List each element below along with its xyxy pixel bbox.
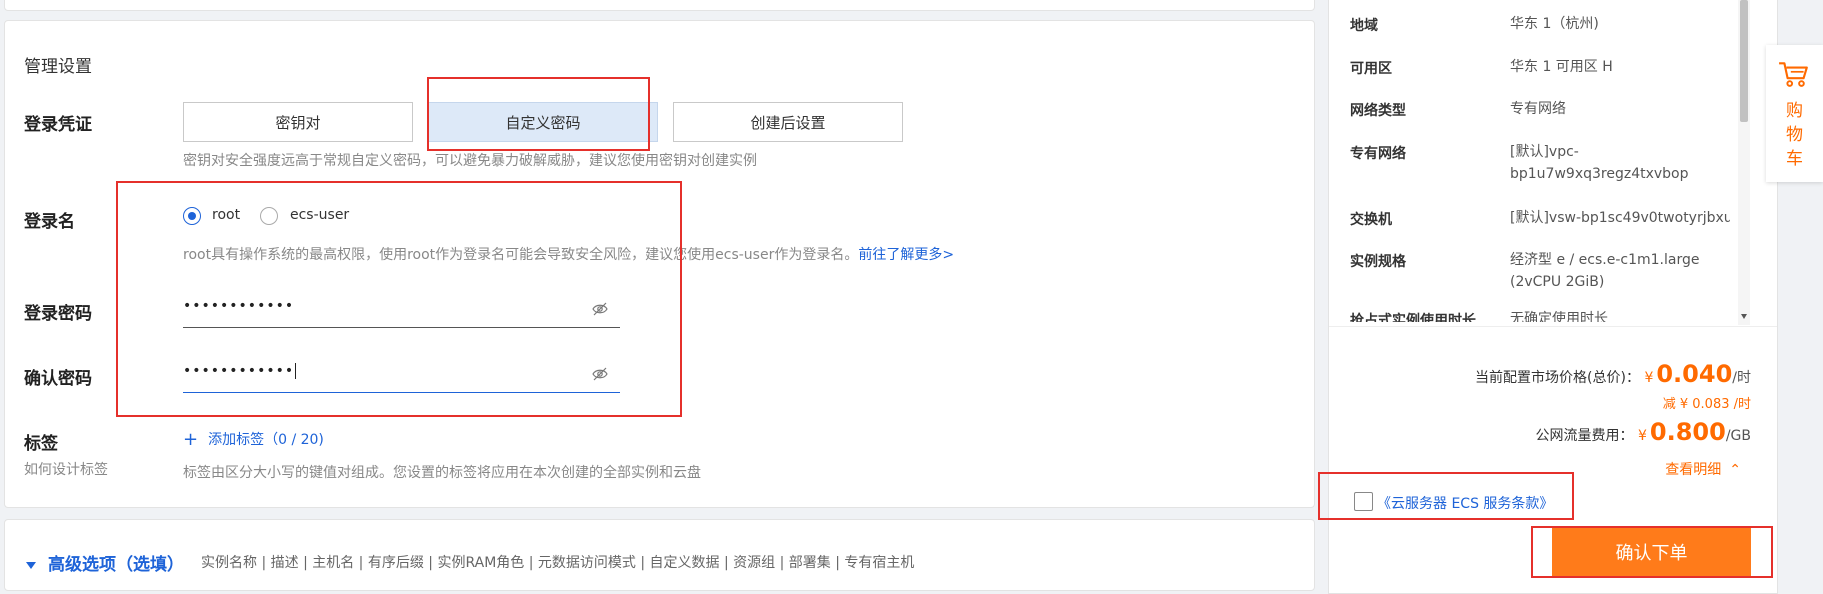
view-details-label: 查看明细: [1665, 462, 1722, 478]
tags-hint: 标签由区分大小写的键值对组成。您设置的标签将应用在本次创建的全部实例和云盘: [183, 465, 701, 481]
confirm-password-label: 确认密码: [24, 369, 92, 389]
traffic-price-value: 0.800: [1649, 418, 1726, 446]
text-cursor: [295, 363, 297, 379]
summary-key-region: 地域: [1350, 18, 1378, 34]
traffic-price-row: 公网流量费用： ¥0.800/GB: [1536, 418, 1751, 446]
cart-char-1: 购: [1786, 101, 1803, 121]
terms-link[interactable]: 《云服务器 ECS 服务条款》: [1377, 493, 1553, 513]
confirm-password-value: ••••••••••••: [183, 363, 297, 379]
password-value: ••••••••••••: [183, 298, 295, 314]
password-field[interactable]: ••••••••••••: [183, 292, 620, 328]
market-price-row: 当前配置市场价格(总价)： ¥0.040/时: [1475, 360, 1751, 388]
learn-more-link[interactable]: 前往了解更多>: [858, 247, 954, 263]
summary-divider: [1329, 326, 1777, 327]
discount-text: 减 ¥ 0.083 /时: [1662, 397, 1751, 412]
radio-ecs-user-label[interactable]: ecs-user: [290, 207, 349, 223]
credential-option-custom-password[interactable]: 自定义密码: [428, 102, 658, 142]
add-tag-label: 添加标签（0 / 20): [208, 432, 324, 448]
caret-down-icon: [26, 562, 36, 569]
credential-option-after-creation[interactable]: 创建后设置: [673, 102, 903, 142]
advanced-options-toggle[interactable]: 高级选项（选填）: [26, 550, 184, 575]
confirm-password-field[interactable]: ••••••••••••: [183, 357, 620, 393]
cart-char-2: 物: [1786, 125, 1803, 145]
view-details-link[interactable]: 查看明细 ⌃: [1665, 459, 1741, 479]
hide-password-icon[interactable]: [592, 302, 608, 316]
password-label: 登录密码: [24, 304, 92, 324]
add-tag-button[interactable]: + 添加标签（0 / 20): [183, 429, 324, 450]
credential-label: 登录凭证: [24, 115, 92, 135]
scrollbar-thumb[interactable]: [1740, 0, 1748, 122]
summary-key-vpc: 专有网络: [1350, 146, 1406, 162]
market-price-currency: ¥: [1644, 370, 1654, 386]
cart-char-3: 车: [1786, 149, 1803, 169]
summary-value-instance-type: 经济型 e / ecs.e-c1m1.large (2vCPU 2GiB): [1510, 252, 1700, 290]
terms-checkbox[interactable]: [1354, 492, 1373, 511]
market-price-unit: /时: [1732, 370, 1751, 386]
summary-key-vswitch: 交换机: [1350, 212, 1392, 228]
cart-label: 购 物 车: [1766, 99, 1823, 171]
traffic-price-label: 公网流量费用：: [1535, 428, 1634, 444]
summary-key-instance-type: 实例规格: [1350, 254, 1406, 270]
confirm-password-dots: ••••••••••••: [183, 363, 295, 379]
summary-scrollbar[interactable]: [1738, 0, 1750, 325]
credential-option-keypair[interactable]: 密钥对: [183, 102, 413, 142]
section-title: 管理设置: [24, 57, 92, 77]
summary-value-region: 华东 1（杭州): [1510, 16, 1599, 32]
summary-value-network-type: 专有网络: [1510, 101, 1566, 117]
traffic-price-unit: /GB: [1725, 428, 1751, 444]
login-name-label: 登录名: [24, 212, 75, 232]
radio-root[interactable]: [183, 207, 201, 225]
plus-icon: +: [183, 429, 199, 450]
scroll-down-arrow-icon[interactable]: [1741, 314, 1747, 319]
summary-value-zone: 华东 1 可用区 H: [1510, 59, 1613, 75]
login-name-hint-text: root具有操作系统的最高权限，使用root作为登录名可能会导致安全风险，建议您…: [183, 247, 859, 263]
tags-sublabel[interactable]: 如何设计标签: [24, 459, 108, 479]
login-name-hint: root具有操作系统的最高权限，使用root作为登录名可能会导致安全风险，建议您…: [183, 244, 954, 264]
chevron-up-icon: ⌃: [1729, 462, 1741, 478]
previous-section-card: [4, 0, 1315, 11]
summary-key-spot-duration: 抢占式实例使用时长: [1350, 313, 1476, 322]
traffic-price-currency: ¥: [1637, 428, 1647, 444]
cart-icon: [1779, 62, 1808, 87]
radio-root-label[interactable]: root: [212, 207, 240, 223]
summary-value-vpc: [默认]vpc- bp1u7w9xq3regz4txvbop: [1510, 144, 1689, 182]
summary-value-vswitch: [默认]vsw-bp1sc49v0twotyrjbxule: [1510, 210, 1730, 226]
credential-hint: 密钥对安全强度远高于常规自定义密码，可以避免暴力破解威胁，建议您使用密钥对创建实…: [183, 153, 757, 169]
summary-value-spot-duration: 无确定使用时长: [1510, 311, 1608, 322]
market-price-value: 0.040: [1656, 360, 1733, 388]
confirm-order-button[interactable]: 确认下单: [1552, 528, 1751, 576]
advanced-options-items: 实例名称 | 描述 | 主机名 | 有序后缀 | 实例RAM角色 | 元数据访问…: [201, 555, 915, 571]
radio-ecs-user[interactable]: [260, 207, 278, 225]
tags-label: 标签: [24, 434, 58, 454]
summary-key-zone: 可用区: [1350, 61, 1392, 77]
market-price-label: 当前配置市场价格(总价)：: [1475, 370, 1640, 386]
summary-clip: 抢占式实例使用时长 无确定使用时长: [1340, 310, 1730, 322]
summary-key-network-type: 网络类型: [1350, 103, 1406, 119]
hide-confirm-password-icon[interactable]: [592, 367, 608, 381]
advanced-options-title: 高级选项（选填）: [48, 555, 184, 575]
shopping-cart-float[interactable]: 购 物 车: [1766, 45, 1823, 182]
